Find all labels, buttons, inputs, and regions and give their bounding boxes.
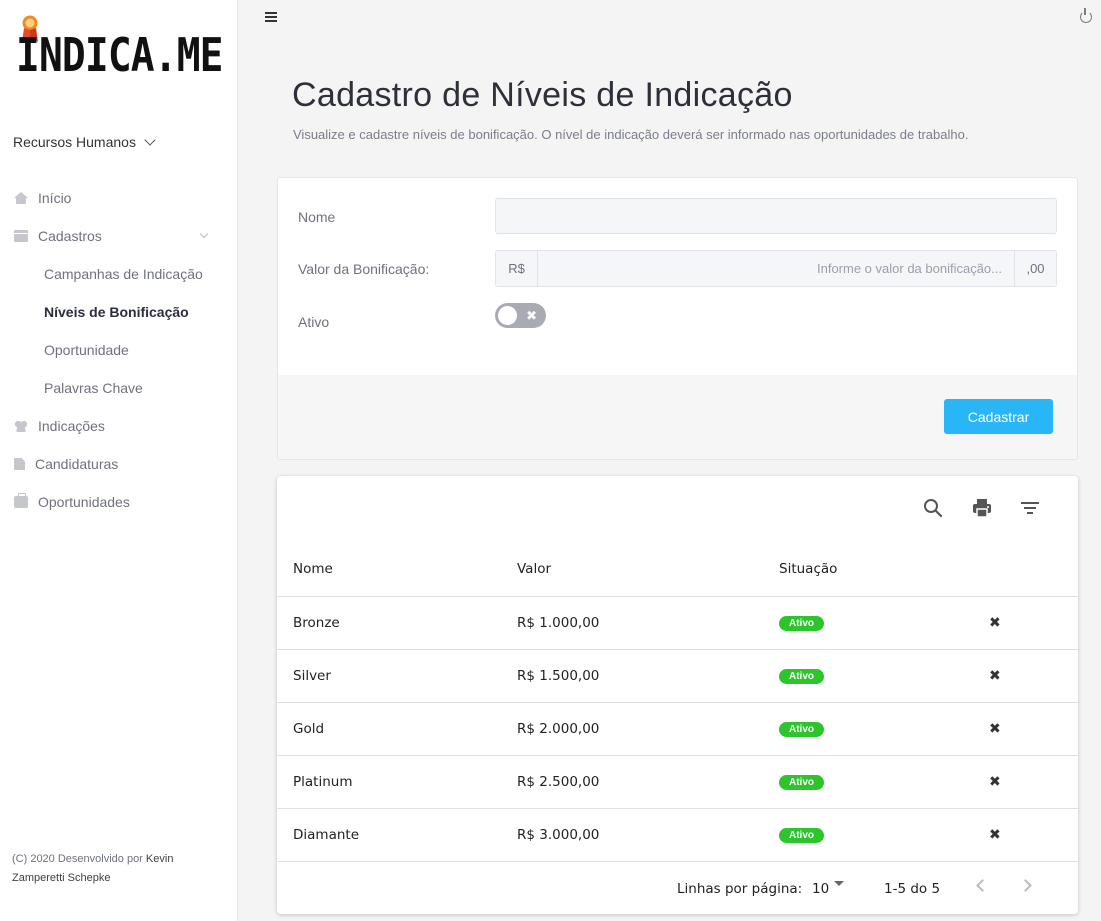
search-icon[interactable] [921, 496, 945, 520]
toggle-knob [498, 306, 517, 325]
sidebar-item-label: Oportunidade [44, 342, 129, 358]
row-value: R$ 1.000,00 [517, 615, 600, 631]
rows-per-page-label: Linhas por página: [677, 881, 803, 897]
menu-toggle-icon[interactable] [265, 12, 277, 22]
sidebar-item-label: Início [38, 190, 72, 206]
delete-icon[interactable]: ✖ [989, 773, 1001, 790]
page-range: 1-5 do 5 [884, 881, 941, 897]
sidebar-item-palavras-chave[interactable]: Palavras Chave [0, 369, 237, 407]
power-icon[interactable] [1080, 8, 1092, 23]
page-title: Cadastro de Níveis de Indicação [292, 76, 793, 114]
footer-text: (C) 2020 Desenvolvido por [12, 853, 143, 865]
logo-text: INDICA.ME [16, 28, 223, 82]
levels-table: Nome Valor Situação Bronze R$ 1.000,00 A… [277, 476, 1078, 914]
sidebar-item-label: Cadastros [38, 228, 102, 244]
sidebar-footer: (C) 2020 Desenvolvido por Kevin Zamperet… [12, 850, 212, 888]
level-form: Nome Valor da Bonificação: R$ ,00 Ativo … [277, 177, 1078, 460]
sidebar-item-indicacoes[interactable]: Indicações [0, 407, 237, 445]
sidebar-item-candidaturas[interactable]: Candidaturas [0, 445, 237, 483]
page-subtitle: Visualize e cadastre níveis de bonificaç… [293, 127, 969, 142]
sidebar-item-oportunidade[interactable]: Oportunidade [0, 331, 237, 369]
pagination: Linhas por página: 10 1-5 do 5 [277, 861, 1078, 914]
archive-icon [14, 230, 28, 242]
bonus-value-group: R$ ,00 [495, 250, 1057, 287]
table-row[interactable]: Diamante R$ 3.000,00 Ativo ✖ [277, 808, 1078, 861]
delete-icon[interactable]: ✖ [989, 667, 1001, 684]
delete-icon[interactable]: ✖ [989, 614, 1001, 631]
delete-icon[interactable]: ✖ [989, 720, 1001, 737]
status-badge: Ativo [779, 828, 824, 843]
sidebar: INDICA.ME Recursos Humanos Início Cadast… [0, 0, 238, 921]
sidebar-item-label: Campanhas de Indicação [44, 266, 203, 282]
bonus-value-label: Valor da Bonificação: [298, 261, 430, 277]
row-value: R$ 3.000,00 [517, 827, 600, 843]
home-icon [14, 192, 28, 204]
sidebar-item-cadastros[interactable]: Cadastros [0, 217, 237, 255]
sidebar-item-label: Oportunidades [38, 494, 130, 510]
row-name: Gold [293, 721, 325, 737]
row-name: Platinum [293, 774, 353, 790]
active-toggle[interactable]: ✖ [495, 303, 546, 328]
table-row[interactable]: Platinum R$ 2.500,00 Ativo ✖ [277, 755, 1078, 808]
caret-down-icon[interactable] [834, 881, 844, 886]
status-badge: Ativo [779, 722, 824, 737]
status-badge: Ativo [779, 616, 824, 631]
status-badge: Ativo [779, 669, 824, 684]
table-row[interactable]: Gold R$ 2.000,00 Ativo ✖ [277, 702, 1078, 755]
chevron-right-icon[interactable] [1019, 879, 1032, 892]
users-icon [14, 420, 28, 432]
filter-icon[interactable] [1018, 496, 1042, 520]
bonus-value-input[interactable] [538, 251, 1014, 286]
department-label: Recursos Humanos [13, 134, 136, 150]
sidebar-item-label: Palavras Chave [44, 380, 143, 396]
column-header-value[interactable]: Valor [517, 561, 551, 577]
chevron-down-icon [144, 134, 156, 146]
decimal-suffix: ,00 [1014, 251, 1056, 286]
column-header-status[interactable]: Situação [779, 561, 837, 577]
sidebar-item-oportunidades[interactable]: Oportunidades [0, 483, 237, 521]
chevron-left-icon[interactable] [976, 879, 989, 892]
sidebar-item-inicio[interactable]: Início [0, 179, 237, 217]
row-name: Silver [293, 668, 331, 684]
row-value: R$ 1.500,00 [517, 668, 600, 684]
department-selector[interactable]: Recursos Humanos [13, 134, 156, 150]
sidebar-item-label: Indicações [38, 418, 105, 434]
sidebar-item-campanhas[interactable]: Campanhas de Indicação [0, 255, 237, 293]
rows-per-page-select[interactable]: 10 [812, 881, 829, 897]
chevron-down-icon [199, 229, 209, 239]
sidebar-nav: Início Cadastros Campanhas de Indicação … [0, 179, 237, 521]
active-label: Ativo [298, 314, 330, 330]
name-input[interactable] [495, 198, 1057, 234]
close-icon: ✖ [526, 308, 537, 323]
row-value: R$ 2.500,00 [517, 774, 600, 790]
currency-prefix: R$ [496, 251, 538, 286]
sidebar-item-label: Níveis de Bonificação [44, 304, 189, 320]
submit-button[interactable]: Cadastrar [944, 399, 1053, 434]
sidebar-item-niveis[interactable]: Níveis de Bonificação [0, 293, 237, 331]
table-row[interactable]: Bronze R$ 1.000,00 Ativo ✖ [277, 596, 1078, 649]
sidebar-item-label: Candidaturas [35, 456, 119, 472]
row-name: Bronze [293, 615, 340, 631]
print-icon[interactable] [970, 496, 994, 520]
column-header-name[interactable]: Nome [293, 561, 333, 577]
name-label: Nome [298, 209, 336, 225]
form-footer: Cadastrar [278, 375, 1077, 459]
row-value: R$ 2.000,00 [517, 721, 600, 737]
row-name: Diamante [293, 827, 359, 843]
delete-icon[interactable]: ✖ [989, 826, 1001, 843]
status-badge: Ativo [779, 775, 824, 790]
briefcase-icon [14, 493, 28, 508]
table-row[interactable]: Silver R$ 1.500,00 Ativo ✖ [277, 649, 1078, 702]
file-icon [14, 458, 25, 470]
